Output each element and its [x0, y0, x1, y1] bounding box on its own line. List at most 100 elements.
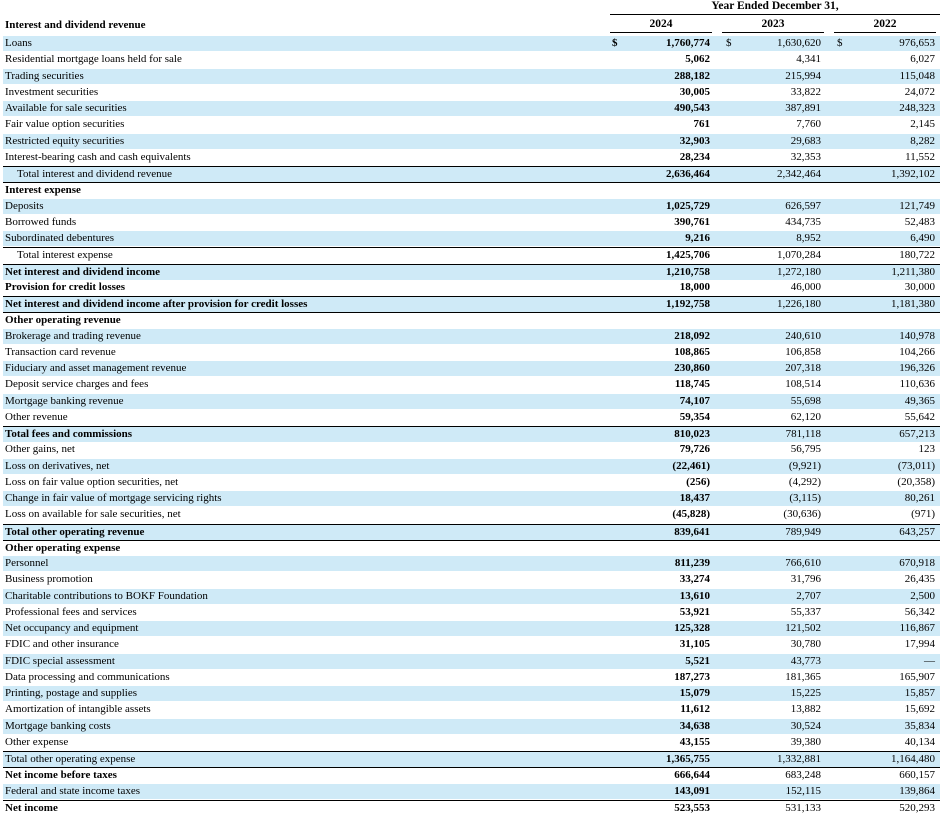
row-label: Transaction card revenue — [5, 345, 116, 358]
value-2022: (73,011) — [897, 459, 935, 472]
value-2024: 523,553 — [674, 801, 710, 814]
value-2024: 1,025,729 — [666, 199, 710, 212]
row-label: Net income before taxes — [5, 769, 117, 782]
value-2023: 8,952 — [796, 232, 821, 244]
table-row: Professional fees and services 53,921 55,3… — [3, 605, 940, 620]
table-row: Total other operating expense 1,365,755 1,… — [3, 751, 940, 767]
value-2023: 1,226,180 — [777, 298, 821, 310]
value-2022: 110,636 — [899, 378, 935, 391]
period-underline — [610, 14, 940, 15]
value-2024: 28,234 — [679, 150, 710, 163]
row-label: Mortgage banking revenue — [5, 394, 124, 407]
value-2024: 1,760,774 — [666, 37, 710, 49]
value-2023: 1,332,881 — [777, 753, 821, 765]
row-label: Other operating revenue — [5, 314, 121, 327]
row-label: Interest and dividend revenue — [5, 19, 146, 31]
table-row: Trading securities 288,182 215,994 115,048 — [3, 68, 940, 84]
section-heading-interest-revenue: Interest and dividend revenue — [3, 18, 940, 33]
row-label: Total other operating expense — [5, 753, 136, 765]
value-2024: 288,182 — [674, 69, 710, 82]
row-label: Total other operating revenue — [5, 525, 145, 538]
table-row: Interest expense — [3, 182, 940, 198]
value-2022: 52,483 — [904, 215, 935, 228]
row-label: Other expense — [5, 735, 69, 748]
table-row: Investment securities 30,005 33,822 24,072 — [3, 85, 940, 100]
value-2023: (9,921) — [788, 459, 821, 472]
value-2023: 789,949 — [785, 525, 821, 538]
row-label: Subordinated debentures — [5, 232, 115, 244]
row-label: Loss on available for sale securities, n… — [5, 508, 181, 521]
table-row: Subordinated debentures 9,216 8,952 6,490 — [3, 231, 940, 246]
value-2022: 643,257 — [899, 525, 935, 538]
table-row: Mortgage banking revenue 74,107 55,698 49,3… — [3, 393, 940, 409]
value-2024: 9,216 — [685, 232, 710, 244]
value-2023: 39,380 — [790, 735, 821, 748]
table-row: Charitable contributions to BOKF Foundat… — [3, 588, 940, 604]
income-statement: Year Ended December 31, 2024 2023 2022 I… — [0, 0, 950, 825]
value-2023: 2,342,464 — [777, 168, 821, 180]
value-2022: 17,994 — [904, 638, 935, 651]
value-2022: 139,864 — [899, 784, 935, 797]
row-label: Loss on fair value option securities, ne… — [5, 475, 179, 488]
value-2023: 434,735 — [785, 215, 821, 228]
table-row: Net interest and dividend income after p… — [3, 296, 940, 312]
table-row: Provision for credit losses 18,000 46,000 3… — [3, 280, 940, 295]
row-label: Amortization of intangible assets — [5, 703, 151, 716]
value-2023: 531,133 — [785, 801, 821, 814]
value-2023: 46,000 — [790, 280, 821, 293]
period-header: Year Ended December 31, — [711, 0, 839, 12]
value-2022: 670,918 — [899, 557, 935, 569]
value-2022: 196,326 — [899, 362, 935, 374]
value-2024: 53,921 — [679, 605, 710, 618]
value-2022: 6,027 — [910, 53, 935, 66]
value-2023: 387,891 — [785, 102, 821, 114]
table-row: Other gains, net 79,726 56,795 123 — [3, 442, 940, 457]
value-2023: (3,115) — [789, 492, 821, 504]
value-2023: 7,760 — [796, 118, 821, 131]
row-label: Other gains, net — [5, 443, 75, 456]
value-2022: 2,500 — [910, 589, 935, 602]
value-2024: 59,354 — [679, 410, 710, 423]
value-2022: (971) — [911, 508, 935, 521]
row-label: Total interest and dividend revenue — [17, 168, 173, 180]
value-2022: 121,749 — [899, 199, 935, 212]
row-label: Other operating expense — [5, 541, 121, 554]
value-2024: 1,425,706 — [666, 249, 710, 262]
table-row: Business promotion 33,274 31,796 26,435 — [3, 572, 940, 587]
value-2024: 43,155 — [679, 735, 710, 748]
row-label: Charitable contributions to BOKF Foundat… — [5, 589, 208, 602]
table-row: Mortgage banking costs 34,638 30,524 35,834 — [3, 718, 940, 734]
row-label: Borrowed funds — [5, 215, 77, 228]
value-2023: 62,120 — [790, 410, 821, 423]
table-row: Deposit service charges and fees 118,745 1… — [3, 377, 940, 392]
value-2023: 181,365 — [785, 670, 821, 683]
row-label: Fiduciary and asset management revenue — [5, 362, 187, 374]
value-2022: 40,134 — [904, 735, 935, 748]
value-2023: 43,773 — [790, 654, 821, 667]
value-2024: 18,000 — [679, 280, 710, 293]
row-label: Trading securities — [5, 69, 84, 82]
value-2023: 31,796 — [790, 573, 821, 586]
table-row: Other revenue 59,354 62,120 55,642 — [3, 410, 940, 425]
row-label: Loss on derivatives, net — [5, 459, 110, 472]
value-2024: 108,865 — [674, 345, 710, 358]
table-row: Personnel 811,239 766,610 670,918 — [3, 556, 940, 571]
table-row: Brokerage and trading revenue 218,092 240,… — [3, 328, 940, 344]
table-row: Transaction card revenue 108,865 106,858 10… — [3, 345, 940, 360]
value-2022: 1,392,102 — [891, 168, 935, 180]
row-label: Total fees and commissions — [5, 428, 133, 440]
value-2023: (30,636) — [783, 508, 821, 521]
value-2024: (22,461) — [672, 459, 710, 472]
value-2024: 390,761 — [674, 215, 710, 228]
value-2024: 230,860 — [674, 362, 710, 374]
value-2022: 657,213 — [899, 428, 935, 440]
value-2022: 116,867 — [899, 622, 935, 634]
value-2022: — — [924, 654, 935, 667]
value-2022: 140,978 — [899, 329, 935, 342]
row-label: Brokerage and trading revenue — [5, 329, 141, 342]
table-row: Total interest expense 1,425,706 1,070,284… — [3, 247, 940, 263]
value-2023: 1,070,284 — [777, 249, 821, 262]
value-2024: 18,437 — [679, 492, 710, 504]
value-2022: 55,642 — [904, 410, 935, 423]
row-label: Deposit service charges and fees — [5, 378, 149, 391]
